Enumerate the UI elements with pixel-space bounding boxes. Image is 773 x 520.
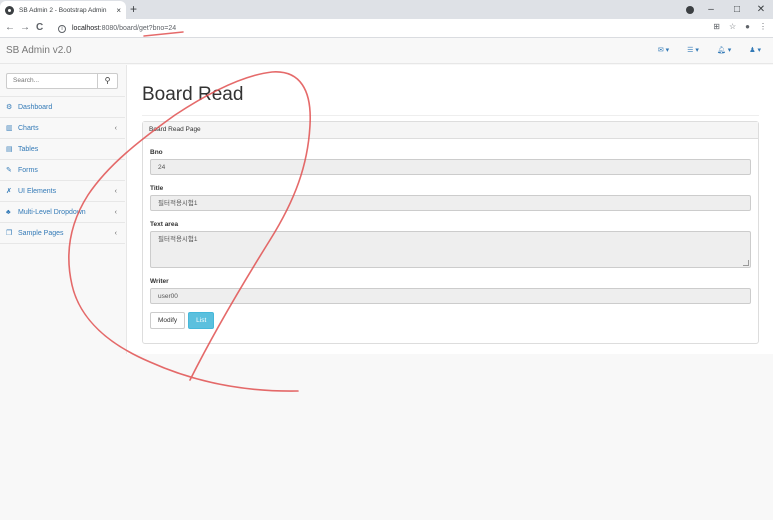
sidebar-item-sample-pages[interactable]: ❐ Sample Pages ‹ bbox=[0, 223, 125, 244]
sidebar: ⚲ ⚙ Dashboard ▥ Charts ‹ ▤ Tables ✎ Forms ✗ UI Ele… bbox=[0, 65, 125, 244]
tab-title: SB Admin 2 - Bootstrap Admin bbox=[19, 6, 107, 14]
chevron-left-icon[interactable]: ‹ bbox=[115, 125, 117, 132]
menu-kebab-icon[interactable]: ⋮ bbox=[759, 22, 767, 31]
writer-label: Writer bbox=[150, 278, 169, 285]
wrench-icon: ✗ bbox=[6, 188, 12, 195]
url-host: localhost bbox=[72, 25, 100, 32]
title-field[interactable]: 필터적용시험1 bbox=[150, 195, 751, 211]
chevron-left-icon[interactable]: ‹ bbox=[115, 230, 117, 237]
bar-chart-icon: ▥ bbox=[6, 125, 13, 132]
url-path: :8080/board/get?bno=24 bbox=[99, 25, 177, 32]
account-icon[interactable]: ● bbox=[745, 22, 750, 31]
new-tab-button[interactable]: + bbox=[130, 2, 137, 16]
edit-icon: ✎ bbox=[6, 167, 12, 174]
bno-label: Bno bbox=[150, 149, 163, 156]
bookmark-star-icon[interactable]: ☆ bbox=[729, 22, 736, 31]
tasks-icon[interactable]: ☰ ▾ bbox=[687, 46, 699, 54]
back-button[interactable]: ← bbox=[5, 21, 15, 35]
sidebar-item-label: Multi-Level Dropdown bbox=[18, 208, 86, 216]
search-icon: ⚲ bbox=[104, 75, 111, 85]
envelope-icon[interactable]: ✉ ▾ bbox=[658, 46, 669, 54]
sidebar-item-tables[interactable]: ▤ Tables bbox=[0, 139, 125, 160]
board-panel: Board Read Page Bno 24 Title 필터적용시험1 Tex… bbox=[142, 121, 759, 344]
search-input[interactable] bbox=[6, 72, 98, 89]
browser-toolbar-icons: ⊞ ☆ ● ⋮ bbox=[713, 22, 767, 31]
list-button[interactable]: List bbox=[188, 312, 215, 329]
panel-body: Bno 24 Title 필터적용시험1 Text area 필터적용시험1 W… bbox=[143, 149, 758, 329]
app-navbar: SB Admin v2.0 ✉ ▾ ☰ ▾ 🔔︎ ▾ ♟ ▾ bbox=[0, 38, 773, 64]
panel-heading: Board Read Page bbox=[143, 122, 758, 139]
content-label: Text area bbox=[150, 221, 179, 228]
user-icon[interactable]: ♟ ▾ bbox=[749, 46, 761, 54]
browser-tab[interactable]: SB Admin 2 - Bootstrap Admin × bbox=[0, 1, 126, 19]
site-favicon-icon bbox=[5, 5, 14, 15]
chevron-left-icon[interactable]: ‹ bbox=[115, 209, 117, 216]
form-buttons: Modify List bbox=[150, 312, 751, 329]
sitemap-icon: ♣ bbox=[6, 208, 11, 216]
minimize-button[interactable]: – bbox=[700, 0, 722, 19]
close-window-button[interactable]: ✕ bbox=[750, 0, 772, 19]
tab-close-icon[interactable]: × bbox=[116, 6, 121, 15]
sidebar-item-label: Dashboard bbox=[18, 103, 53, 111]
sidebar-item-label: Forms bbox=[18, 166, 38, 174]
modify-button[interactable]: Modify bbox=[150, 312, 186, 329]
sidebar-item-multi-level-dropdown[interactable]: ♣ Multi-Level Dropdown ‹ bbox=[0, 202, 125, 223]
page-title: Board Read bbox=[142, 84, 244, 105]
bno-field[interactable]: 24 bbox=[150, 159, 751, 175]
reload-button[interactable]: C bbox=[36, 21, 43, 35]
writer-field[interactable]: user00 bbox=[150, 288, 751, 304]
sidebar-item-dashboard[interactable]: ⚙ Dashboard bbox=[0, 97, 125, 118]
translate-icon[interactable]: ⊞ bbox=[713, 22, 720, 31]
url-field[interactable]: i localhost:8080/board/get?bno=24 bbox=[52, 21, 752, 36]
page-header: Board Read bbox=[142, 83, 759, 116]
sidebar-item-label: UI Elements bbox=[18, 187, 57, 195]
files-icon: ❐ bbox=[6, 230, 13, 237]
browser-profile-icon[interactable] bbox=[686, 6, 694, 14]
sidebar-item-label: Sample Pages bbox=[18, 229, 64, 237]
sidebar-search: ⚲ bbox=[0, 65, 125, 97]
sidebar-item-label: Tables bbox=[18, 145, 39, 153]
maximize-button[interactable]: □ bbox=[726, 0, 748, 19]
navbar-dropdowns: ✉ ▾ ☰ ▾ 🔔︎ ▾ ♟ ▾ bbox=[658, 46, 761, 54]
bell-icon[interactable]: 🔔︎ ▾ bbox=[717, 46, 731, 54]
chevron-left-icon[interactable]: ‹ bbox=[115, 188, 117, 195]
dashboard-icon: ⚙ bbox=[6, 104, 13, 111]
site-info-icon[interactable]: i bbox=[58, 24, 66, 33]
sidebar-item-forms[interactable]: ✎ Forms bbox=[0, 160, 125, 181]
table-icon: ▤ bbox=[6, 146, 13, 153]
content-textarea[interactable]: 필터적용시험1 bbox=[150, 231, 751, 268]
sidebar-item-ui-elements[interactable]: ✗ UI Elements ‹ bbox=[0, 181, 125, 202]
sidebar-nav: ⚙ Dashboard ▥ Charts ‹ ▤ Tables ✎ Forms ✗ UI Eleme… bbox=[0, 97, 125, 244]
search-button[interactable]: ⚲ bbox=[98, 72, 118, 89]
main-content: Board Read Board Read Page Bno 24 Title … bbox=[126, 65, 773, 354]
browser-address-bar: ← → C i localhost:8080/board/get?bno=24 … bbox=[0, 19, 773, 38]
browser-tab-bar: SB Admin 2 - Bootstrap Admin × + – □ ✕ bbox=[0, 0, 773, 19]
sidebar-item-charts[interactable]: ▥ Charts ‹ bbox=[0, 118, 125, 139]
forward-button[interactable]: → bbox=[20, 21, 30, 35]
url-text: localhost:8080/board/get?bno=24 bbox=[72, 25, 176, 32]
title-label: Title bbox=[150, 185, 164, 192]
brand-title[interactable]: SB Admin v2.0 bbox=[6, 45, 72, 56]
sidebar-item-label: Charts bbox=[18, 124, 39, 132]
